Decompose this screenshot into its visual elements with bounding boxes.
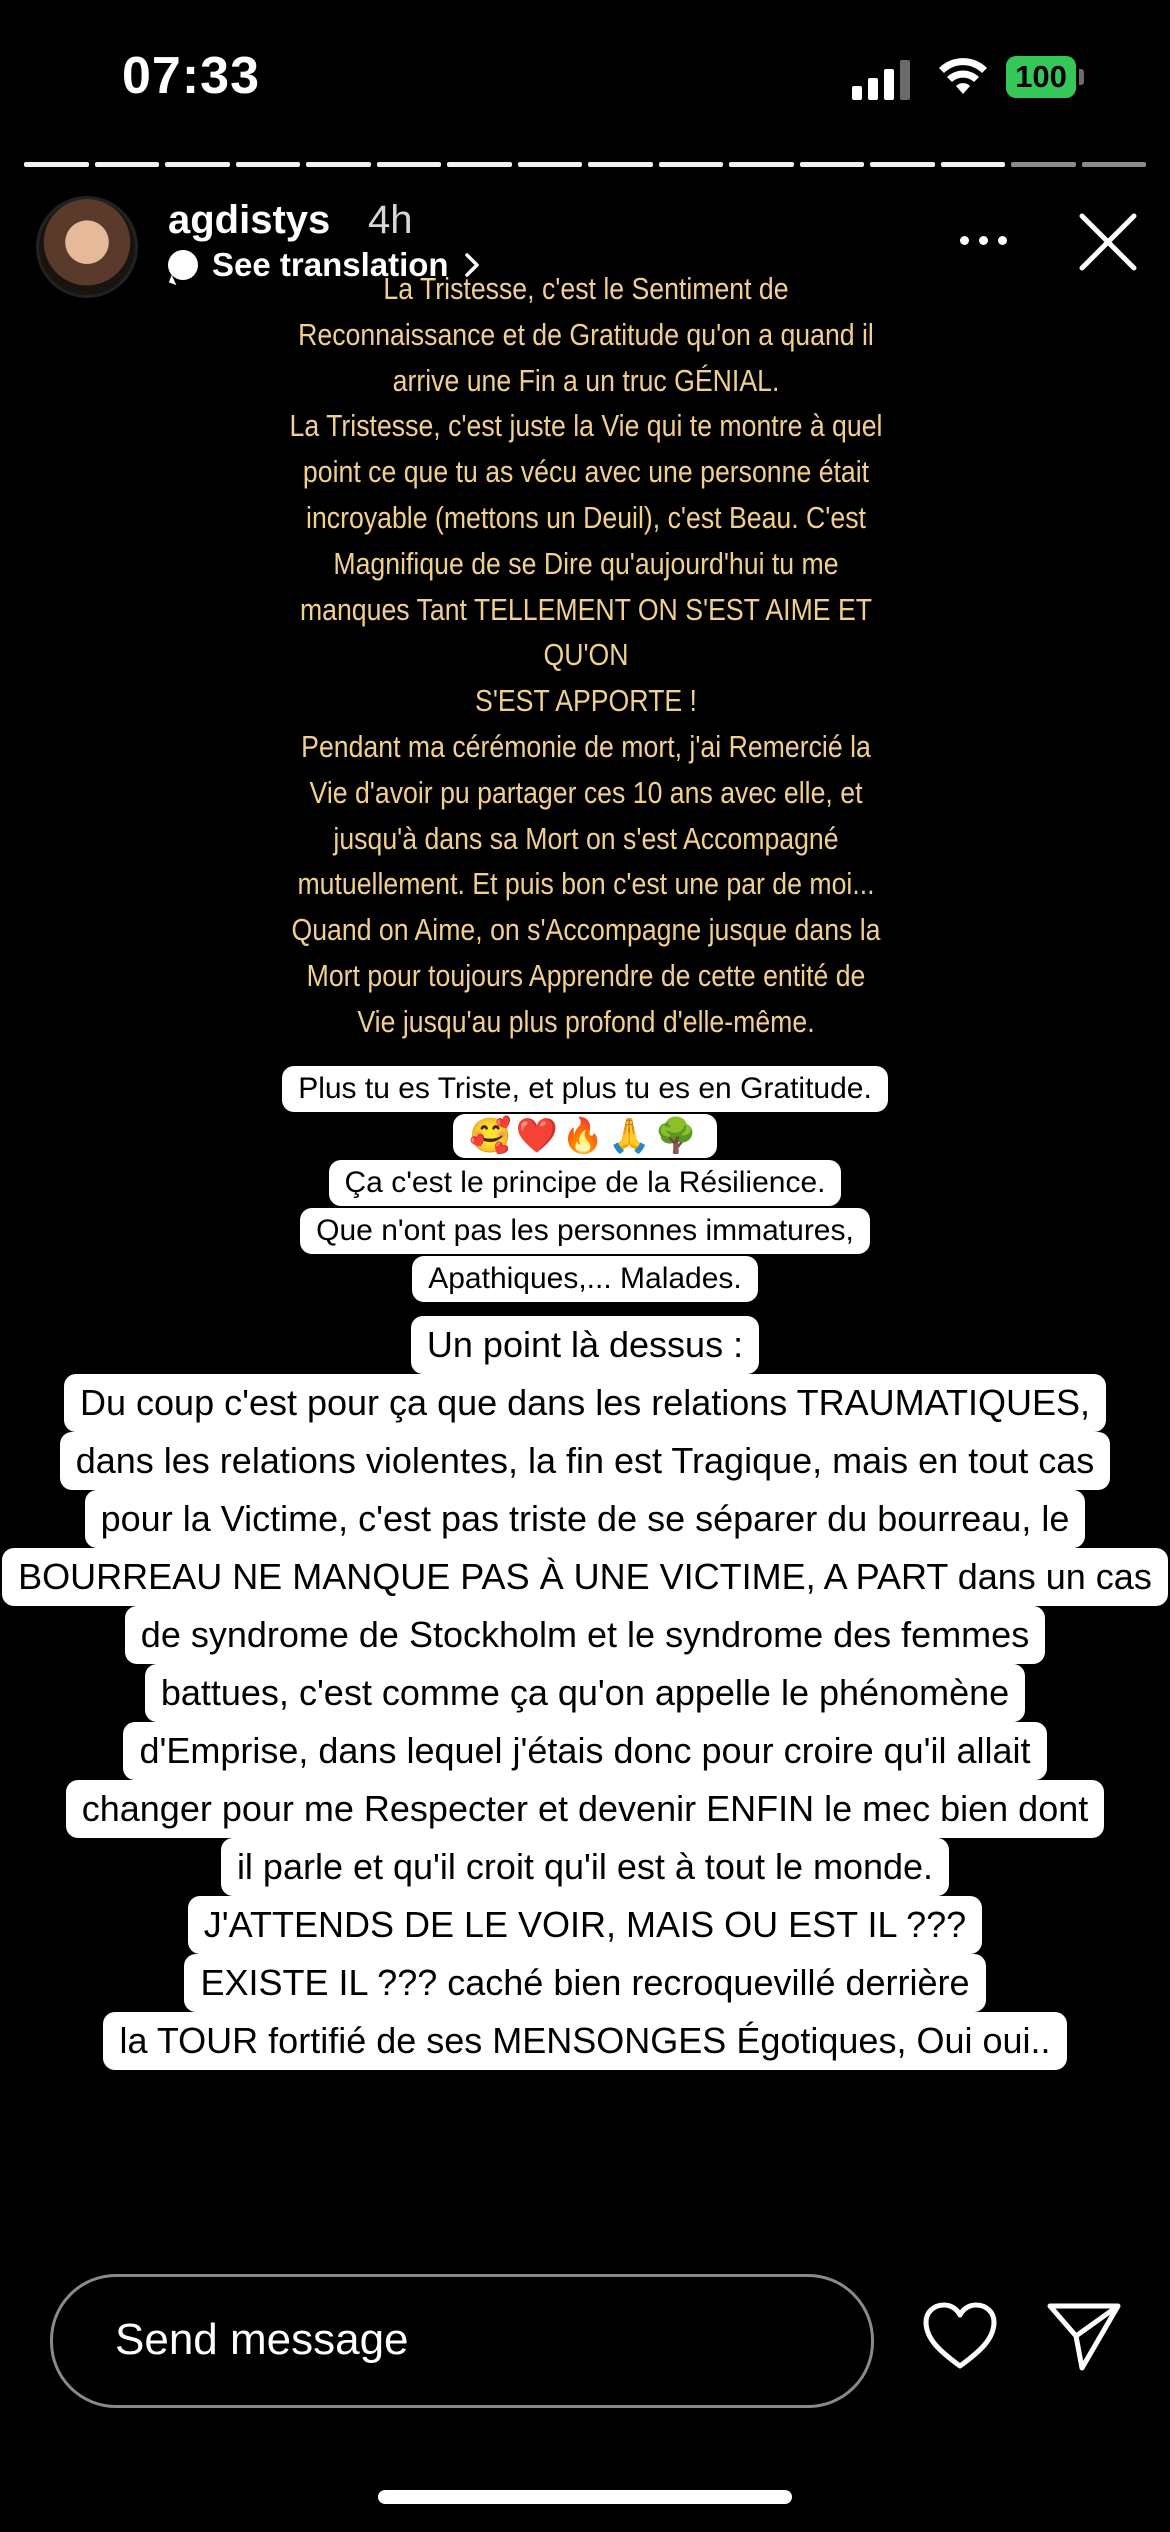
progress-segment: [447, 162, 512, 167]
progress-segment: [658, 162, 723, 167]
signal-icon: [852, 60, 910, 100]
progress-segment: [588, 162, 653, 167]
text-line: J'ATTENDS DE LE VOIR, MAIS OU EST IL ???: [187, 1896, 983, 1954]
home-indicator: [378, 2490, 792, 2504]
progress-segment: [235, 162, 300, 167]
text-line: la TOUR fortifié de ses MENSONGES Égotiq…: [103, 2012, 1067, 2070]
more-icon[interactable]: [960, 230, 1020, 250]
send-message-composer[interactable]: [50, 2274, 874, 2408]
status-time: 07:33: [122, 47, 260, 105]
speech-bubble-icon: [168, 250, 198, 280]
text-line: changer pour me Respecter et devenir ENF…: [65, 1780, 1105, 1838]
progress-segment: [729, 162, 794, 167]
story-text-block-2: Un point là dessus : Du coup c'est pour ç…: [0, 1316, 1170, 2070]
progress-segment: [870, 162, 935, 167]
wifi-icon: [939, 58, 987, 94]
text-line: de syndrome de Stockholm et le syndrome …: [124, 1606, 1046, 1664]
story-gold-text: La Tristesse, c'est le Sentiment de Reco…: [289, 271, 883, 1039]
text-line: dans les relations violentes, la fin est…: [59, 1432, 1111, 1490]
progress-segment: [940, 162, 1005, 167]
story-text-block-1: Plus tu es Triste, et plus tu es en Grat…: [0, 1066, 1170, 1304]
progress-segment: [165, 162, 230, 167]
close-icon[interactable]: [1076, 210, 1140, 274]
story-time: 4h: [368, 198, 413, 242]
progress-segment: [24, 162, 89, 167]
story-progress: [24, 162, 1146, 167]
text-line: pour la Victime, c'est pas triste de se …: [84, 1490, 1086, 1548]
battery-level: 100: [1006, 56, 1076, 98]
text-line: Ça c'est le principe de la Résilience.: [328, 1160, 842, 1206]
text-line: il parle et qu'il croit qu'il est à tout…: [220, 1838, 950, 1896]
text-line: Un point là dessus :: [410, 1316, 760, 1374]
heart-icon[interactable]: [920, 2300, 1000, 2372]
text-line: Que n'ont pas les personnes immatures,: [300, 1208, 870, 1254]
progress-segment: [376, 162, 441, 167]
progress-segment: [1081, 162, 1146, 167]
progress-segment: [799, 162, 864, 167]
progress-segment: [1011, 162, 1076, 167]
text-line: battues, c'est comme ça qu'on appelle le…: [144, 1664, 1026, 1722]
progress-segment: [517, 162, 582, 167]
progress-segment: [94, 162, 159, 167]
text-line: EXISTE IL ??? caché bien recroquevillé d…: [184, 1954, 986, 2012]
text-line: BOURREAU NE MANQUE PAS À UNE VICTIME, A …: [2, 1548, 1168, 1606]
text-line: Plus tu es Triste, et plus tu es en Grat…: [282, 1066, 888, 1112]
status-bar: 07:33 100: [0, 0, 1170, 150]
avatar[interactable]: [36, 196, 138, 298]
progress-segment: [306, 162, 371, 167]
send-icon[interactable]: [1044, 2298, 1124, 2374]
text-line: Du coup c'est pour ça que dans les relat…: [64, 1374, 1106, 1432]
battery-icon: 100: [1006, 56, 1086, 98]
text-line: d'Emprise, dans lequel j'étais donc pour…: [123, 1722, 1047, 1780]
send-message-input[interactable]: [113, 2307, 837, 2373]
text-line: Apathiques,... Malades.: [412, 1256, 758, 1302]
emoji-row: 🥰❤️🔥🙏🌳: [453, 1114, 717, 1158]
username[interactable]: agdistys: [168, 198, 330, 243]
